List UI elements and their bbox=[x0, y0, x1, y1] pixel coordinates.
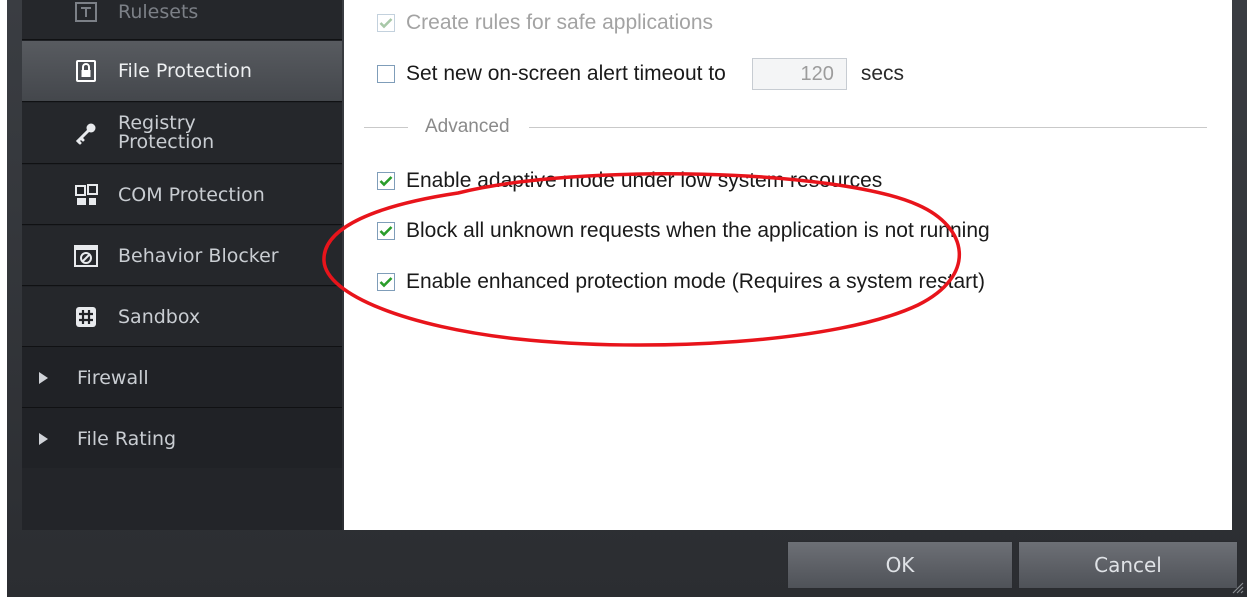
alert-timeout-unit: secs bbox=[860, 62, 905, 85]
sidebar-item-file-protection[interactable]: File Protection bbox=[22, 41, 342, 102]
sidebar-item-label: Rulesets bbox=[118, 0, 199, 23]
alert-timeout-checkbox[interactable] bbox=[377, 65, 395, 83]
advanced-divider-left bbox=[364, 127, 408, 128]
sidebar-item-label: Firewall bbox=[77, 366, 149, 389]
block-unknown-checkbox[interactable] bbox=[377, 222, 395, 240]
sidebar-item-label-line2: Protection bbox=[118, 131, 215, 153]
sidebar-item-file-rating[interactable]: File Rating bbox=[22, 409, 342, 469]
cancel-button[interactable]: Cancel bbox=[1018, 541, 1238, 589]
sidebar-empty-area bbox=[22, 468, 342, 530]
rulesets-icon bbox=[74, 0, 98, 24]
sidebar-item-registry-protection[interactable]: Registry Protection bbox=[22, 103, 342, 164]
enhanced-mode-option[interactable]: Enable enhanced protection mode (Require… bbox=[377, 269, 985, 295]
expand-arrow-icon[interactable] bbox=[39, 432, 48, 445]
sidebar-item-label: COM Protection bbox=[118, 183, 265, 206]
alert-timeout-label: Set new on-screen alert timeout to bbox=[406, 62, 726, 85]
block-unknown-option[interactable]: Block all unknown requests when the appl… bbox=[377, 218, 990, 244]
sidebar-item-behavior-blocker[interactable]: Behavior Blocker bbox=[22, 226, 342, 286]
expand-arrow-icon[interactable] bbox=[39, 371, 48, 384]
advanced-section-header: Advanced bbox=[425, 116, 510, 137]
enhanced-mode-label: Enable enhanced protection mode (Require… bbox=[406, 270, 985, 293]
sidebar: Rulesets File Protection Registry Protec… bbox=[22, 0, 342, 530]
create-rules-label: Create rules for safe applications bbox=[406, 11, 713, 34]
alert-timeout-input[interactable]: 120 bbox=[751, 58, 847, 90]
adaptive-mode-checkbox[interactable] bbox=[377, 172, 395, 190]
sidebar-item-label: Sandbox bbox=[118, 305, 201, 328]
ok-button[interactable]: OK bbox=[787, 541, 1013, 589]
adaptive-mode-option[interactable]: Enable adaptive mode under low system re… bbox=[377, 168, 882, 194]
create-rules-checkbox[interactable] bbox=[377, 14, 395, 32]
sidebar-item-rulesets[interactable]: Rulesets bbox=[22, 0, 342, 40]
sidebar-item-label: Behavior Blocker bbox=[118, 244, 279, 267]
lock-icon bbox=[74, 59, 98, 83]
key-icon bbox=[74, 121, 98, 145]
sidebar-item-com-protection[interactable]: COM Protection bbox=[22, 165, 342, 225]
alert-timeout-option[interactable]: Set new on-screen alert timeout to 120 s… bbox=[377, 56, 904, 92]
block-unknown-label: Block all unknown requests when the appl… bbox=[406, 219, 990, 242]
settings-panel: Create rules for safe applications Set n… bbox=[344, 0, 1232, 530]
sidebar-item-label: File Rating bbox=[77, 427, 177, 450]
create-rules-option[interactable]: Create rules for safe applications bbox=[377, 10, 713, 36]
com-icon bbox=[74, 183, 98, 207]
sidebar-item-label: File Protection bbox=[118, 60, 252, 82]
behavior-blocker-icon bbox=[74, 244, 98, 268]
sidebar-item-firewall[interactable]: Firewall bbox=[22, 348, 342, 408]
resize-grip-icon[interactable] bbox=[1230, 580, 1244, 594]
sandbox-icon bbox=[74, 305, 98, 329]
enhanced-mode-checkbox[interactable] bbox=[377, 273, 395, 291]
advanced-divider-right bbox=[529, 127, 1207, 128]
sidebar-item-sandbox[interactable]: Sandbox bbox=[22, 287, 342, 347]
adaptive-mode-label: Enable adaptive mode under low system re… bbox=[406, 169, 883, 192]
